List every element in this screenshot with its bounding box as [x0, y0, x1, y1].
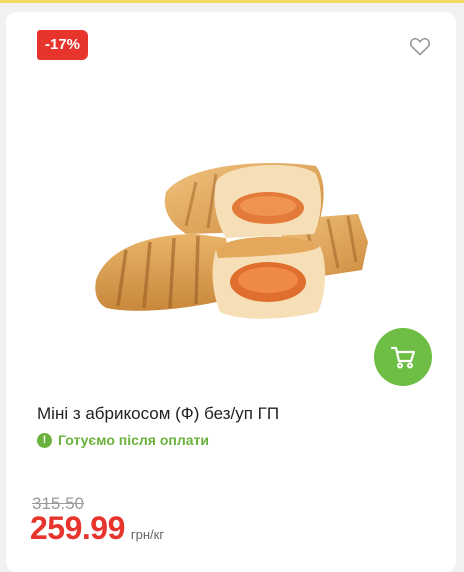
current-price: 259.99	[30, 510, 125, 546]
discount-badge: -17%	[37, 30, 89, 60]
order-status: ! Готуємо після оплати	[37, 432, 209, 448]
cart-icon	[390, 346, 416, 369]
add-to-cart-button[interactable]	[374, 328, 432, 386]
heart-icon	[409, 37, 431, 56]
product-card[interactable]: -17% Міні з абрикосом (Ф) без/уп ГП ! Го…	[6, 12, 456, 572]
exclamation-icon: !	[37, 432, 52, 448]
price-row: 259.99 грн/кг	[30, 510, 164, 547]
favorite-button[interactable]	[408, 34, 432, 58]
price-unit: грн/кг	[130, 527, 165, 542]
product-image[interactable]	[66, 122, 396, 352]
top-strip	[0, 0, 464, 3]
product-title[interactable]: Міні з абрикосом (Ф) без/уп ГП	[37, 403, 427, 425]
order-status-label: Готуємо після оплати	[58, 432, 210, 448]
